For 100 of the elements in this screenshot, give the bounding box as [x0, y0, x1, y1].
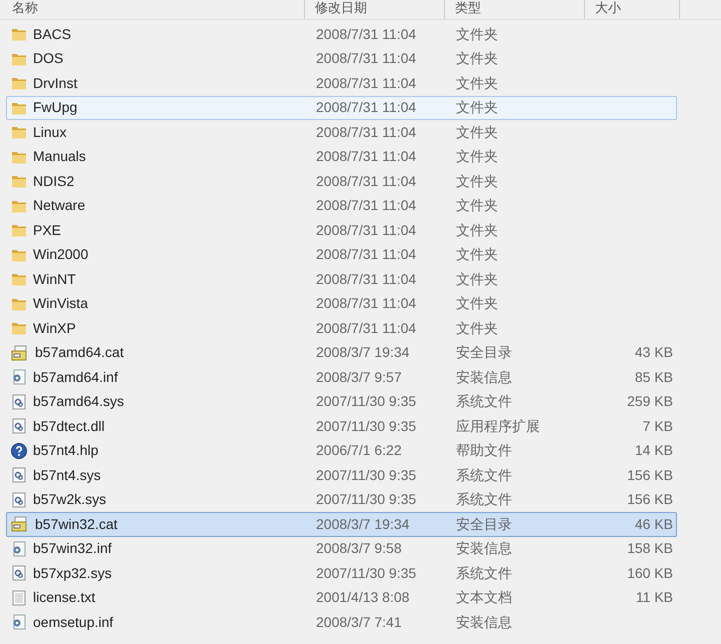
- file-size: 156 KB: [627, 491, 673, 508]
- modified-date: 2007/11/30 9:35: [315, 564, 418, 583]
- column-header[interactable]: 名称: [0, 0, 305, 19]
- folder-icon: [11, 320, 27, 336]
- modified-date: 2008/7/31 11:04: [315, 245, 418, 264]
- file-size: 85 KB: [634, 368, 673, 385]
- file-type: 文件夹: [455, 147, 499, 166]
- file-row[interactable]: b57w2k.sys 2007/11/30 9:35 系统文件 156 KB: [6, 488, 677, 512]
- folder-icon: [11, 222, 27, 238]
- file-row[interactable]: b57nt4.hlp 2006/7/1 6:22 帮助文件 14 KB: [6, 438, 677, 463]
- certificate-file-icon: [11, 344, 29, 361]
- file-name: WinXP: [33, 318, 76, 338]
- file-row[interactable]: b57nt4.sys 2007/11/30 9:35 系统文件 156 KB: [6, 463, 677, 488]
- file-row[interactable]: Netware 2008/7/31 11:04 文件夹: [6, 194, 677, 218]
- file-row[interactable]: b57amd64.sys 2007/11/30 9:35 系统文件 259 KB: [6, 390, 677, 414]
- modified-date: 2007/11/30 9:35: [315, 490, 418, 510]
- file-row[interactable]: WinVista 2008/7/31 11:04 文件夹: [6, 292, 677, 316]
- modified-date: 2008/3/7 9:58: [315, 539, 403, 558]
- file-size: 259 KB: [627, 393, 673, 410]
- file-type: 安装信息: [455, 539, 513, 558]
- file-name: b57amd64.cat: [35, 343, 124, 362]
- modified-date: 2008/7/31 11:04: [315, 318, 418, 338]
- file-type: 文件夹: [455, 196, 499, 216]
- column-header[interactable]: 类型: [445, 0, 585, 19]
- file-name: b57nt4.hlp: [33, 441, 98, 460]
- file-row[interactable]: PXE 2008/7/31 11:04 文件夹: [6, 218, 677, 242]
- file-size: 7 KB: [642, 418, 673, 434]
- file-row[interactable]: WinXP 2008/7/31 11:04 文件夹: [6, 316, 677, 340]
- file-name: b57win32.cat: [35, 514, 118, 534]
- certificate-file-icon: [11, 516, 29, 532]
- file-row[interactable]: DrvInst 2008/7/31 11:04 文件夹: [6, 71, 677, 96]
- file-type: 系统文件: [455, 564, 513, 583]
- modified-date: 2008/7/31 11:04: [315, 74, 418, 93]
- file-name: b57win32.inf: [33, 539, 112, 558]
- modified-date: 2008/7/31 11:04: [315, 172, 418, 191]
- file-row[interactable]: oemsetup.inf 2008/3/7 7:41 安装信息: [6, 610, 677, 634]
- file-row[interactable]: DOS 2008/7/31 11:04 文件夹: [6, 46, 677, 71]
- file-type: 帮助文件: [455, 441, 513, 460]
- file-type: 文件夹: [455, 220, 499, 240]
- file-size: 11 KB: [636, 589, 673, 606]
- file-row[interactable]: WinNT 2008/7/31 11:04 文件夹: [6, 267, 677, 292]
- file-name: b57dtect.dll: [33, 416, 105, 436]
- help-icon: [11, 442, 27, 459]
- modified-date: 2007/11/30 9:35: [315, 466, 418, 485]
- file-type: 文件夹: [455, 49, 499, 68]
- file-row[interactable]: b57amd64.inf 2008/3/7 9:57 安装信息 85 KB: [6, 365, 677, 390]
- file-type: 应用程序扩展: [455, 416, 541, 436]
- file-name: Manuals: [33, 147, 86, 166]
- modified-date: 2008/7/31 11:04: [315, 294, 418, 314]
- file-type: 安装信息: [455, 368, 513, 387]
- file-type: 安全目录: [455, 514, 513, 534]
- file-type: 文件夹: [455, 318, 499, 338]
- folder-icon: [11, 26, 27, 42]
- text-document-icon: [11, 590, 27, 606]
- column-header[interactable]: 修改日期: [305, 0, 445, 19]
- file-size: 14 KB: [634, 442, 673, 458]
- file-type: 文件夹: [455, 172, 499, 191]
- file-type: 系统文件: [455, 466, 513, 485]
- file-type: 文件夹: [455, 74, 499, 93]
- file-row[interactable]: Manuals 2008/7/31 11:04 文件夹: [6, 144, 677, 169]
- file-row[interactable]: b57win32.cat 2008/3/7 19:34 安全目录 46 KB: [6, 512, 677, 536]
- folder-icon: [11, 271, 27, 288]
- file-type: 文件夹: [455, 24, 499, 44]
- file-size: 156 KB: [627, 466, 673, 483]
- file-row[interactable]: b57win32.inf 2008/3/7 9:58 安装信息 158 KB: [6, 536, 677, 561]
- modified-date: 2008/7/31 11:04: [315, 98, 418, 118]
- modified-date: 2008/7/31 11:04: [315, 122, 418, 142]
- modified-date: 2008/3/7 19:34: [315, 514, 410, 534]
- folder-icon: [11, 75, 27, 92]
- modified-date: 2007/11/30 9:35: [315, 416, 418, 436]
- file-size: 46 KB: [634, 516, 673, 532]
- modified-date: 2008/7/31 11:04: [315, 49, 418, 68]
- file-type: 安装信息: [455, 612, 513, 632]
- file-row[interactable]: Win2000 2008/7/31 11:04 文件夹: [6, 242, 677, 267]
- file-row[interactable]: NDIS2 2008/7/31 11:04 文件夹: [6, 169, 677, 194]
- file-name: FwUpg: [33, 98, 78, 118]
- file-name: b57xp32.sys: [33, 564, 112, 583]
- file-row[interactable]: FwUpg 2008/7/31 11:04 文件夹: [6, 96, 677, 120]
- file-row[interactable]: b57amd64.cat 2008/3/7 19:34 安全目录 43 KB: [6, 340, 677, 365]
- modified-date: 2008/3/7 9:57: [315, 368, 403, 387]
- file-name: DOS: [33, 49, 64, 68]
- folder-icon: [11, 124, 27, 140]
- file-type: 安全目录: [455, 343, 513, 362]
- file-type: 文件夹: [455, 245, 499, 264]
- modified-date: 2008/7/31 11:04: [315, 270, 418, 289]
- file-name: DrvInst: [33, 74, 78, 93]
- file-row[interactable]: b57dtect.dll 2007/11/30 9:35 应用程序扩展 7 KB: [6, 414, 677, 438]
- file-type: 文件夹: [455, 270, 499, 289]
- file-row[interactable]: b57xp32.sys 2007/11/30 9:35 系统文件 160 KB: [6, 561, 677, 586]
- file-type: 系统文件: [455, 392, 513, 412]
- file-row[interactable]: license.txt 2001/4/13 8:08 文本文档 11 KB: [6, 586, 677, 610]
- file-name: oemsetup.inf: [33, 612, 114, 632]
- column-header[interactable]: 大小: [585, 0, 680, 19]
- file-row[interactable]: Linux 2008/7/31 11:04 文件夹: [6, 120, 677, 144]
- modified-date: 2008/7/31 11:04: [315, 196, 418, 216]
- modified-date: 2007/11/30 9:35: [315, 392, 418, 412]
- file-name: Netware: [33, 196, 86, 216]
- file-row[interactable]: BACS 2008/7/31 11:04 文件夹: [6, 22, 677, 46]
- modified-date: 2001/4/13 8:08: [315, 588, 410, 608]
- file-type: 系统文件: [455, 490, 513, 510]
